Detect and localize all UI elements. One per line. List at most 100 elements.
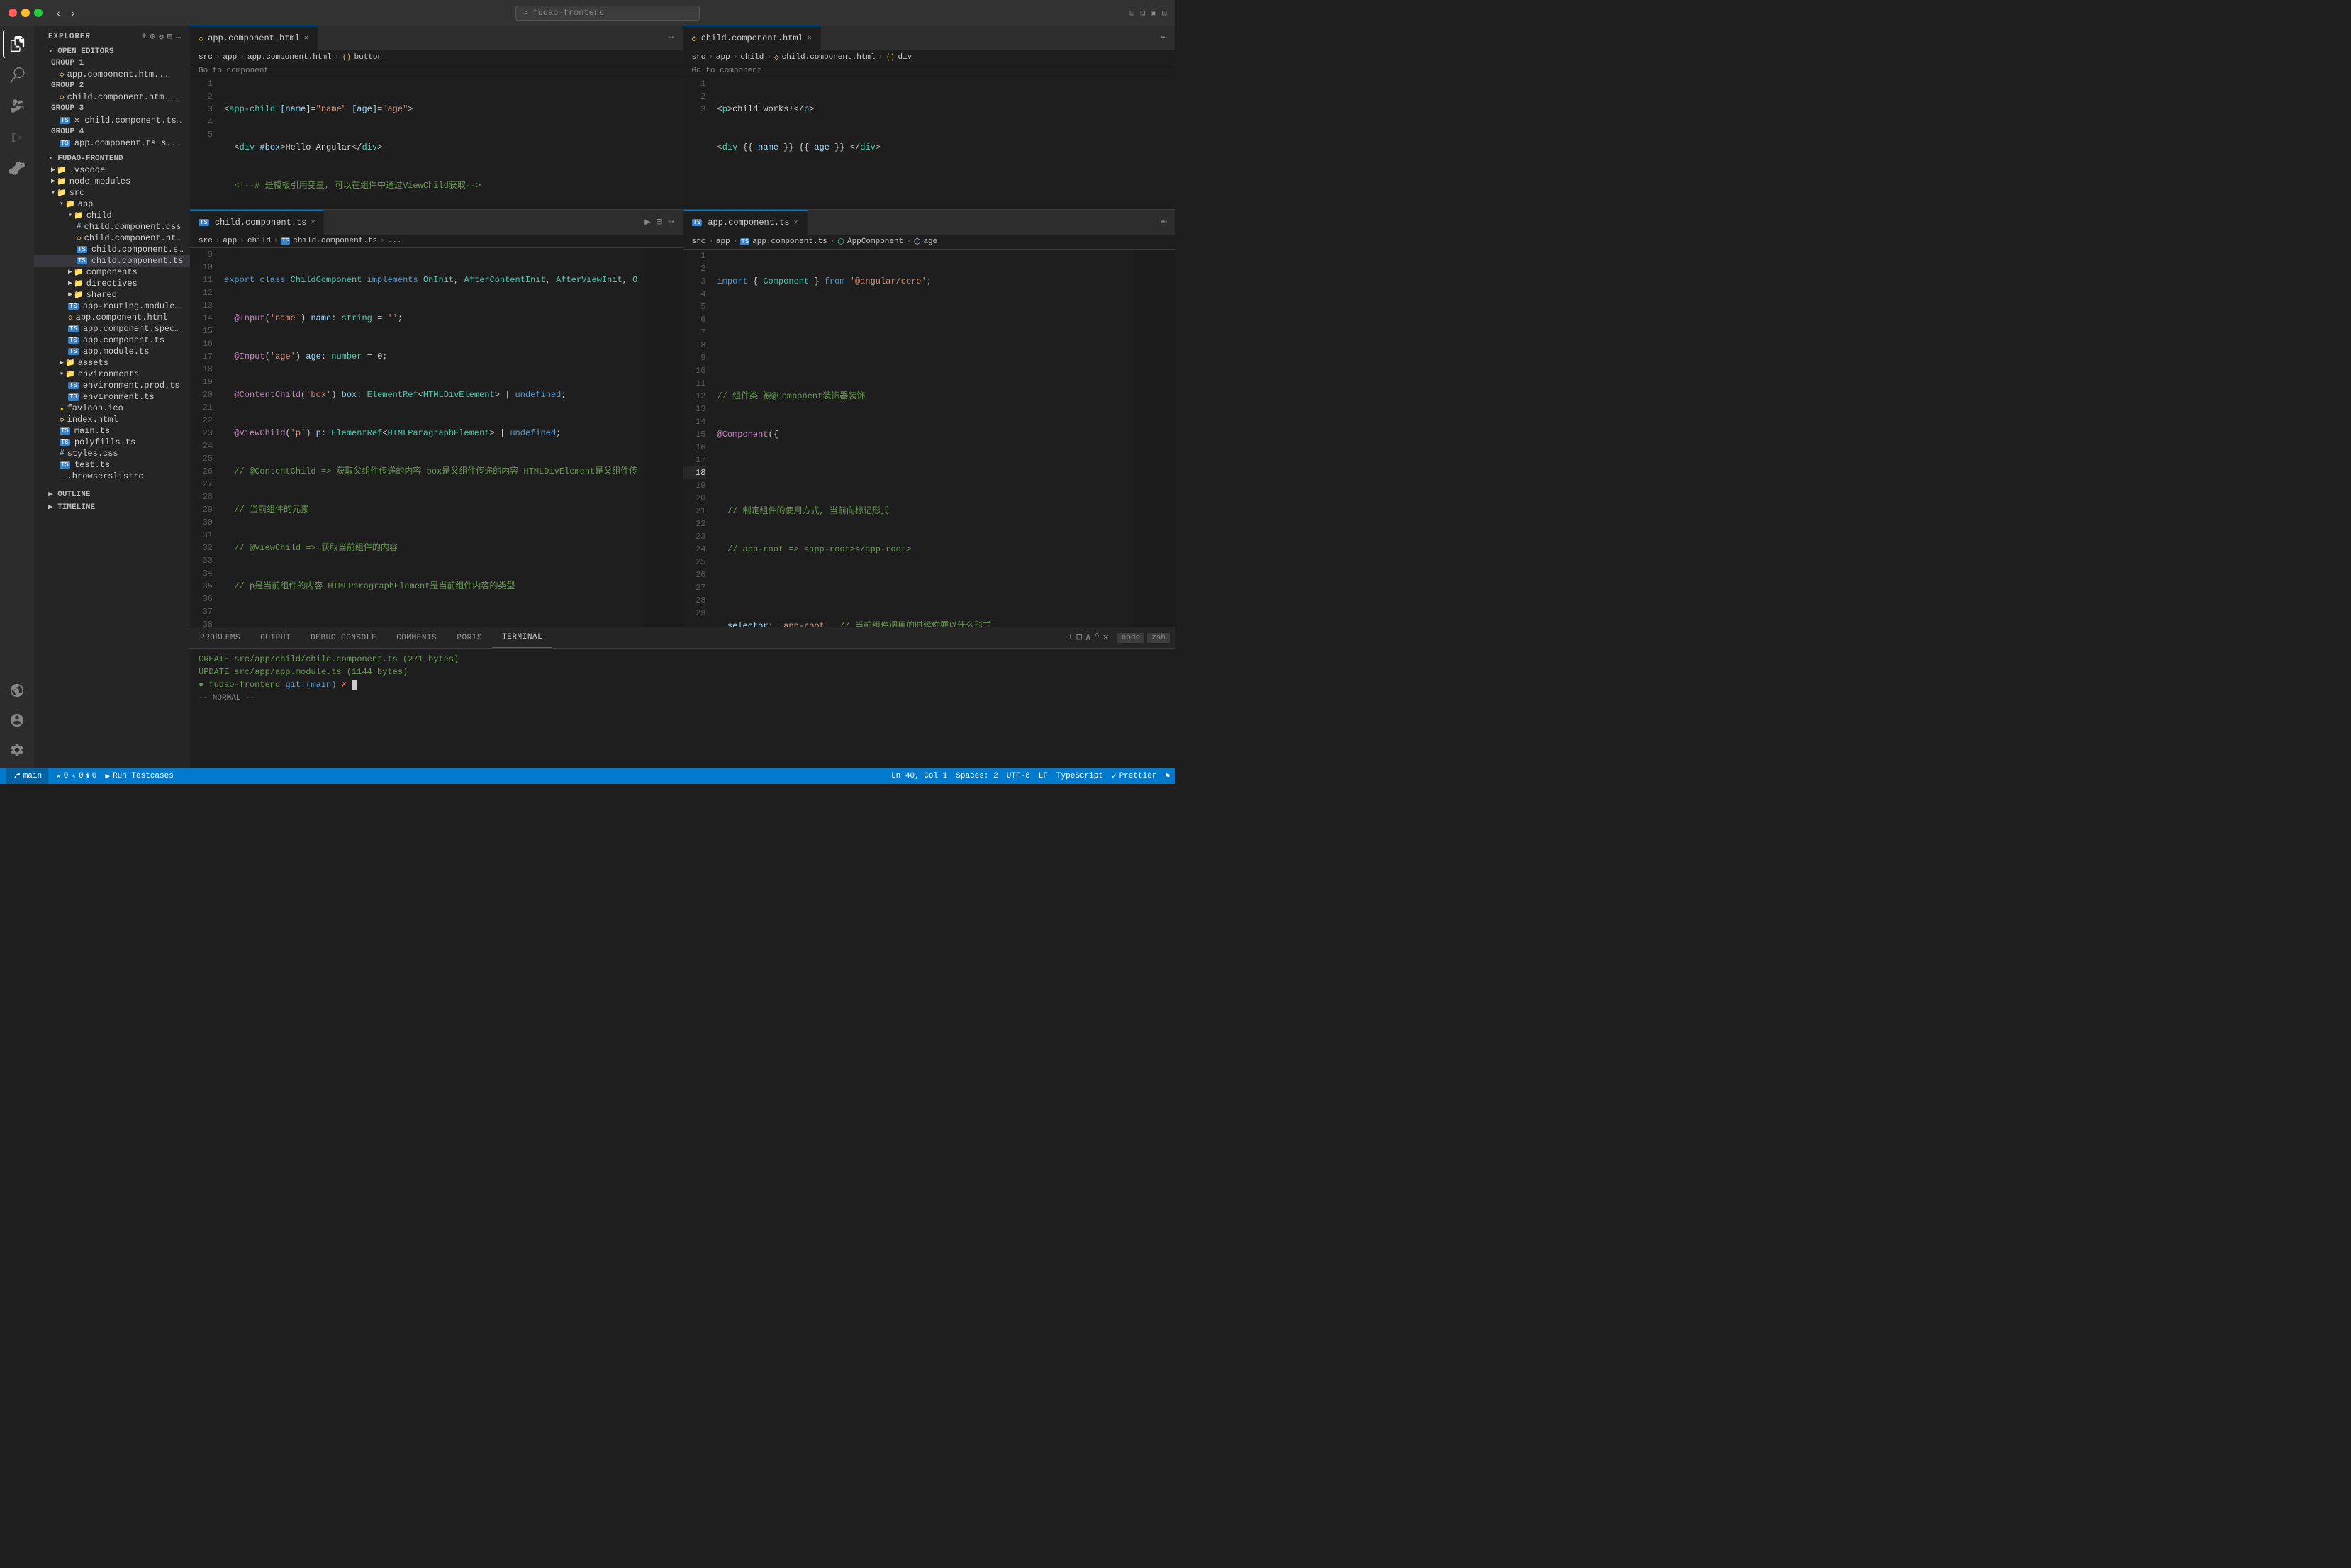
tree-app-spec[interactable]: TS app.component.spec.ts <box>34 323 190 335</box>
tab-close-icon[interactable]: ✕ <box>304 34 308 43</box>
close-panel-icon[interactable]: ✕ <box>1102 632 1108 644</box>
tree-app-module[interactable]: TS app.module.ts <box>34 346 190 357</box>
panel-tab-comments[interactable]: COMMENTS <box>386 627 447 648</box>
add-terminal-icon[interactable]: + <box>1068 632 1073 644</box>
new-file-icon[interactable]: + <box>141 31 147 42</box>
activity-settings[interactable] <box>3 736 31 764</box>
panel-tab-debug[interactable]: DEBUG CONSOLE <box>301 627 386 648</box>
tab-close-icon[interactable]: ✕ <box>794 218 798 227</box>
tree-src[interactable]: ▾📁 src <box>34 187 190 198</box>
left-bottom-code-editor[interactable]: 910111213 1415161718 1920212223 24252627… <box>190 248 683 627</box>
status-position[interactable]: Ln 40, Col 1 <box>891 772 947 780</box>
status-errors[interactable]: ✕ 0 ⚠ 0 ℹ 0 <box>56 771 96 781</box>
open-editor-child-html[interactable]: ◇ child.component.htm... <box>34 91 190 103</box>
activity-explorer[interactable] <box>3 30 31 58</box>
tree-vscode[interactable]: ▶📁 .vscode <box>34 164 190 176</box>
tree-app[interactable]: ▾📁 app <box>34 198 190 210</box>
go-to-component-left-top[interactable]: Go to component <box>190 65 683 77</box>
tree-env-prod[interactable]: TS environment.prod.ts <box>34 380 190 391</box>
nav-back-button[interactable]: ‹ <box>54 6 63 20</box>
tree-browserslist[interactable]: _ .browserslistrc <box>34 471 190 482</box>
status-feedback[interactable]: ⚑ <box>1165 771 1170 781</box>
outline-section[interactable]: ▶ OUTLINE <box>34 488 190 500</box>
tab-close-icon[interactable]: ✕ <box>311 218 315 227</box>
activity-source-control[interactable] <box>3 92 31 121</box>
tab-app-ts[interactable]: TS app.component.ts ✕ <box>683 210 808 235</box>
tab-child-ts[interactable]: TS child.component.ts ✕ <box>190 210 324 235</box>
split-editor-icon[interactable]: ⊟ <box>654 215 665 230</box>
tree-child-spec[interactable]: TS child.component.spec.ts <box>34 244 190 255</box>
activity-run[interactable] <box>3 123 31 152</box>
activity-extensions[interactable] <box>3 155 31 183</box>
more-actions-icon[interactable]: ⋯ <box>1158 215 1170 230</box>
panel-tab-problems[interactable]: PROBLEMS <box>190 627 250 648</box>
open-editors-group[interactable]: ▾ OPEN EDITORS <box>34 45 190 57</box>
activity-account[interactable] <box>3 706 31 734</box>
tree-app-routing[interactable]: TS app-routing.module.ts <box>34 301 190 312</box>
split-icon[interactable]: ⊟ <box>1140 8 1145 18</box>
split-editor-icon[interactable]: ⋯ <box>665 30 676 45</box>
run-icon[interactable]: ▶ <box>642 215 653 230</box>
right-top-code-editor[interactable]: 123 <p>child works!</p> <div {{ name }} … <box>683 77 1176 209</box>
new-folder-icon[interactable]: ⊕ <box>150 31 156 42</box>
status-spaces[interactable]: Spaces: 2 <box>956 772 998 780</box>
more-actions-icon[interactable]: ⋯ <box>1158 30 1170 45</box>
tab-app-html[interactable]: ◇ app.component.html ✕ <box>190 26 318 50</box>
tree-app-component-html[interactable]: ◇ app.component.html <box>34 312 190 323</box>
panel-tab-ports[interactable]: PORTS <box>447 627 492 648</box>
activity-search[interactable] <box>3 61 31 89</box>
tree-components[interactable]: ▶📁 components <box>34 267 190 278</box>
node-terminal-icon[interactable]: node <box>1117 633 1144 643</box>
tree-child-css[interactable]: # child.component.css <box>34 221 190 233</box>
search-input-wrap[interactable]: ⌕ fudao-frontend <box>515 6 700 21</box>
layout-icon[interactable]: ⊞ <box>1129 8 1134 18</box>
status-branch[interactable]: ⎇ main <box>6 768 48 784</box>
tree-child-ts[interactable]: TS child.component.ts <box>34 255 190 267</box>
close-button[interactable] <box>9 9 17 17</box>
open-editor-child-ts-close[interactable]: TS ✕ child.component.ts... <box>34 114 190 126</box>
tree-polyfills[interactable]: TS polyfills.ts <box>34 437 190 448</box>
maximize-panel-icon[interactable]: ⌃ <box>1094 632 1100 644</box>
right-bottom-code-editor[interactable]: 12345 678910 1112131415 1617181920 21222… <box>683 250 1176 627</box>
project-tree-root[interactable]: ▾ FUDAO-FRONTEND <box>34 152 190 164</box>
panel-tab-terminal[interactable]: TERMINAL <box>492 627 552 648</box>
go-to-component-right-top[interactable]: Go to component <box>683 65 1176 77</box>
tree-main[interactable]: TS main.ts <box>34 425 190 437</box>
minimize-button[interactable] <box>21 9 30 17</box>
timeline-section[interactable]: ▶ TIMELINE <box>34 500 190 513</box>
terminal-content[interactable]: CREATE src/app/child/child.component.ts … <box>190 649 1176 768</box>
tree-shared[interactable]: ▶📁 shared <box>34 289 190 301</box>
tree-env[interactable]: TS environment.ts <box>34 391 190 403</box>
zsh-terminal-icon[interactable]: zsh <box>1147 633 1170 643</box>
more-actions-icon[interactable]: ⋯ <box>665 215 676 230</box>
run-testcases-button[interactable]: ▶ Run Testcases <box>105 771 173 781</box>
tree-directives[interactable]: ▶📁 directives <box>34 278 190 289</box>
panel-tab-output[interactable]: OUTPUT <box>250 627 301 648</box>
status-language[interactable]: TypeScript <box>1056 772 1103 780</box>
open-editor-app-ts[interactable]: TS app.component.ts s... <box>34 138 190 149</box>
tree-assets[interactable]: ▶📁 assets <box>34 357 190 369</box>
refresh-icon[interactable]: ↻ <box>159 31 164 42</box>
tree-environments[interactable]: ▾📁 environments <box>34 369 190 380</box>
collapse-icon[interactable]: ⊟ <box>167 31 173 42</box>
maximize-button[interactable] <box>34 9 43 17</box>
status-line-ending[interactable]: LF <box>1039 772 1048 780</box>
layout2-icon[interactable]: ▣ <box>1151 8 1156 18</box>
more-icon[interactable]: … <box>176 31 182 42</box>
status-formatter[interactable]: ✓ Prettier <box>1112 771 1156 781</box>
kill-terminal-icon[interactable]: ∧ <box>1085 632 1090 644</box>
open-editor-app-html[interactable]: ◇ app.component.htm... <box>34 69 190 80</box>
activity-remote[interactable] <box>3 676 31 705</box>
tab-child-html[interactable]: ◇ child.component.html ✕ <box>683 26 821 50</box>
tree-styles[interactable]: # styles.css <box>34 448 190 459</box>
nav-forward-button[interactable]: › <box>69 6 78 20</box>
tree-favicon[interactable]: ★ favicon.ico <box>34 403 190 414</box>
split-terminal-icon[interactable]: ⊟ <box>1076 632 1082 644</box>
left-top-code-editor[interactable]: 12345 <app-child [name]="name" [age]="ag… <box>190 77 683 209</box>
status-encoding[interactable]: UTF-8 <box>1007 772 1030 780</box>
tree-node-modules[interactable]: ▶📁 node_modules <box>34 176 190 187</box>
tab-close-icon[interactable]: ✕ <box>808 34 812 43</box>
tree-child-html[interactable]: ◇ child.component.html <box>34 233 190 244</box>
tree-test[interactable]: TS test.ts <box>34 459 190 471</box>
more-icon[interactable]: ⊡ <box>1162 8 1167 18</box>
